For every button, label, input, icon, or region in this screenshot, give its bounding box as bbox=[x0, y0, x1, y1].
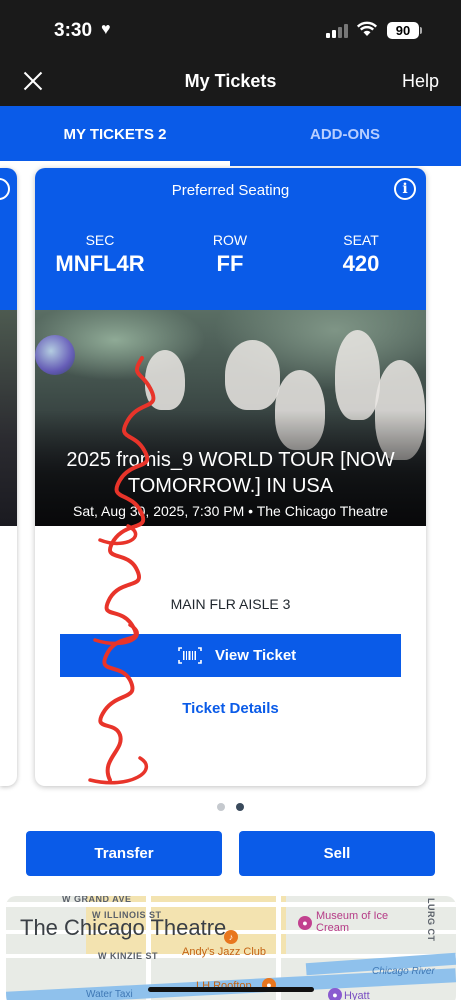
wifi-icon bbox=[356, 21, 378, 36]
poi-label: Andy's Jazz Club bbox=[182, 946, 267, 958]
status-time: 3:30 bbox=[54, 20, 93, 41]
section-note: MAIN FLR AISLE 3 bbox=[170, 596, 291, 612]
pager-dot-2[interactable] bbox=[236, 803, 244, 811]
help-link[interactable]: Help bbox=[402, 71, 439, 92]
cellular-signal-icon bbox=[326, 24, 348, 38]
event-title: 2025 fromis_9 WORLD TOUR [NOW TOMORROW.]… bbox=[66, 449, 395, 497]
performer-figure bbox=[225, 340, 280, 410]
ticket-details-link[interactable]: Ticket Details bbox=[35, 700, 426, 717]
home-indicator bbox=[148, 987, 314, 992]
poi-label: Water Taxi bbox=[86, 989, 133, 1000]
poi-label: Museum of Ice Cream bbox=[316, 910, 389, 934]
street-label: W GRAND AVE bbox=[62, 896, 132, 904]
barcode-icon bbox=[178, 647, 202, 664]
map-venue-label: The Chicago Theatre bbox=[20, 915, 227, 940]
ticket-card-header: Preferred Seating i SEC MNFL4R ROW FF SE… bbox=[35, 168, 426, 310]
seating-type: Preferred Seating bbox=[171, 182, 290, 199]
music-pin-icon: ♪ bbox=[224, 930, 238, 944]
seat-info: SEAT 420 bbox=[301, 232, 421, 277]
previous-ticket-image bbox=[0, 310, 17, 526]
bubble-decoration bbox=[35, 335, 75, 375]
poi-label: Chicago River bbox=[372, 966, 435, 977]
pager-dot-1[interactable] bbox=[217, 803, 225, 811]
info-icon bbox=[0, 178, 10, 200]
view-ticket-button[interactable]: View Ticket bbox=[60, 634, 401, 677]
hotel-pin-icon: ● bbox=[328, 988, 342, 1000]
info-icon[interactable]: i bbox=[394, 178, 416, 200]
row-value: FF bbox=[216, 251, 244, 276]
street-label: LURG CT bbox=[426, 898, 436, 942]
performer-figure bbox=[145, 350, 185, 410]
seat-value: 420 bbox=[342, 251, 380, 276]
app-header: My Tickets Help bbox=[0, 56, 461, 106]
page-title: My Tickets bbox=[184, 71, 277, 91]
battery-tip bbox=[420, 27, 422, 34]
tab-my-tickets[interactable]: MY TICKETS 2 bbox=[0, 106, 230, 166]
sec-label: SEC bbox=[85, 232, 115, 248]
battery-indicator: 90 bbox=[387, 22, 419, 39]
museum-pin-icon: ● bbox=[298, 916, 312, 930]
seat-label: SEAT bbox=[343, 232, 379, 248]
sec-value: MNFL4R bbox=[55, 251, 145, 276]
street-label: W KINZIE ST bbox=[98, 951, 158, 961]
tab-add-ons[interactable]: ADD-ONS bbox=[230, 106, 460, 166]
performer-figure bbox=[335, 330, 380, 420]
row-info: ROW FF bbox=[170, 232, 290, 277]
ticket-card: Preferred Seating i SEC MNFL4R ROW FF SE… bbox=[35, 168, 426, 786]
previous-ticket-header bbox=[0, 168, 17, 310]
poi-label: Hyatt bbox=[344, 990, 370, 1000]
transfer-button[interactable]: Transfer bbox=[26, 831, 222, 876]
venue-map[interactable]: W GRAND AVE W ILLINOIS ST W KINZIE ST LU… bbox=[6, 896, 456, 1000]
row-label: ROW bbox=[212, 232, 248, 248]
section-info: SEC MNFL4R bbox=[40, 232, 160, 277]
sell-button[interactable]: Sell bbox=[239, 831, 435, 876]
event-image: 2025 fromis_9 WORLD TOUR [NOW TOMORROW.]… bbox=[35, 310, 426, 526]
heart-icon: ♥ bbox=[101, 21, 111, 38]
previous-ticket-card[interactable] bbox=[0, 168, 17, 786]
ticket-tabs: MY TICKETS 2 ADD-ONS bbox=[0, 106, 461, 166]
view-ticket-label: View Ticket bbox=[215, 647, 297, 664]
active-tab-indicator bbox=[0, 161, 230, 166]
status-bar: 3:30 ♥ 90 bbox=[0, 0, 461, 56]
event-date-venue: Sat, Aug 30, 2025, 7:30 PM • The Chicago… bbox=[73, 503, 388, 519]
